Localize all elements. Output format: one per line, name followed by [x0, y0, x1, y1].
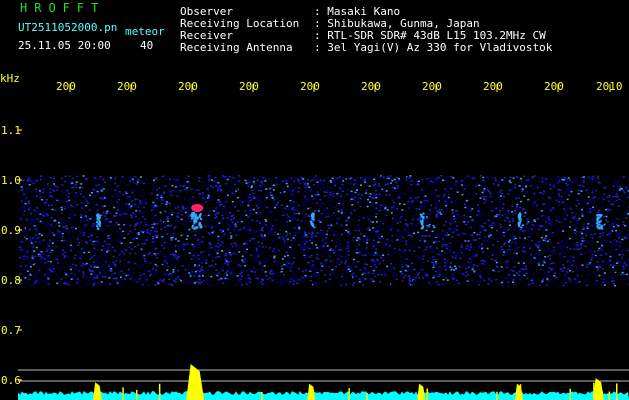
x-tick-label: 200	[239, 80, 259, 93]
x-tick-label: 2010	[596, 80, 623, 93]
echo-pixel	[519, 218, 522, 221]
echo-pixel	[195, 220, 198, 223]
echo-pixel	[600, 214, 603, 217]
echo-pixel	[312, 218, 315, 221]
echo-pixel	[191, 226, 194, 229]
echo-pixel	[97, 223, 100, 226]
profile-area	[18, 391, 629, 400]
x-tick-label: 200	[56, 80, 76, 93]
echo-pixel	[596, 220, 599, 223]
echo-pixel	[598, 216, 601, 219]
x-tick-label: 200	[361, 80, 381, 93]
y-tick-label: 1.1	[1, 124, 21, 137]
echo-pixel	[520, 226, 523, 229]
x-tick-label: 200	[422, 80, 442, 93]
echo-pixel	[96, 215, 99, 218]
echo-pixel	[190, 217, 193, 220]
echo-pixel	[198, 214, 201, 217]
echo-pixel	[200, 218, 203, 220]
echo-pixel	[421, 227, 424, 230]
y-tick-label: 1.0	[1, 174, 21, 187]
echo-pixel	[193, 212, 196, 214]
echo-pixel	[422, 212, 425, 215]
echo-pixel	[422, 216, 425, 219]
echo-pixel	[519, 212, 521, 215]
echo-pixel	[190, 213, 193, 216]
program-title: HROFFT	[20, 1, 106, 15]
x-tick-label: 200	[117, 80, 137, 93]
meteor-echo-hot	[191, 204, 204, 212]
echo-pixel	[311, 216, 314, 219]
echo-pixel	[598, 214, 600, 217]
x-tick-label: 200	[483, 80, 503, 93]
profile-spike	[514, 383, 524, 400]
datetime: 25.11.05 20:00	[18, 39, 111, 52]
echo-pixel	[598, 227, 601, 230]
echo-pixel	[98, 219, 101, 222]
x-tick-label: 200	[544, 80, 564, 93]
echo-pixel	[194, 215, 197, 217]
echo-pixel	[519, 220, 522, 223]
x-tick-label: 200	[178, 80, 198, 93]
echo-pixel	[517, 215, 520, 218]
echo-pixel	[196, 226, 199, 229]
profile-spike	[307, 383, 316, 400]
echo-pixel	[97, 227, 100, 230]
echo-pixel	[96, 221, 99, 224]
file-name: UT2511052000.pn	[18, 21, 118, 34]
echo-pixel	[598, 221, 601, 223]
info-value-antenna: : 3el Yagi(V) Az 330 for Vladivostok	[314, 41, 553, 54]
echo-pixel	[311, 212, 314, 215]
echo-pixel	[596, 214, 599, 217]
echo-pixel	[596, 226, 599, 229]
y-tick-label: 0.6	[1, 374, 21, 387]
noise-band	[18, 175, 629, 287]
echo-pixel	[596, 218, 599, 221]
x-tick-label: 200	[300, 80, 320, 93]
echo-pixel	[597, 223, 600, 226]
echo-pixel	[421, 225, 424, 228]
count: 40	[140, 39, 154, 52]
echo-pixel	[200, 224, 203, 227]
y-tick-label: 0.7	[1, 324, 21, 337]
echo-pixel	[96, 225, 99, 228]
echo-pixel	[518, 222, 521, 225]
info-label-antenna: Receiving Antenna	[180, 41, 293, 54]
power-profile	[18, 391, 629, 400]
mode-label: meteor	[125, 25, 165, 38]
profile-spike	[92, 382, 102, 400]
spectrogram-chart: 1.1 1.0 0.9 0.8 0.7 0.6 200 200 200 200 200 200 200 2…	[1, 80, 629, 400]
y-axis-label: kHz	[0, 72, 20, 85]
echo-pixel	[310, 222, 313, 225]
echo-pixel	[199, 226, 202, 229]
echo-pixel	[600, 226, 603, 229]
echo-pixel	[421, 220, 424, 223]
echo-pixel	[193, 218, 196, 221]
y-tick-label: 0.9	[1, 224, 21, 237]
y-tick-label: 0.8	[1, 274, 21, 287]
